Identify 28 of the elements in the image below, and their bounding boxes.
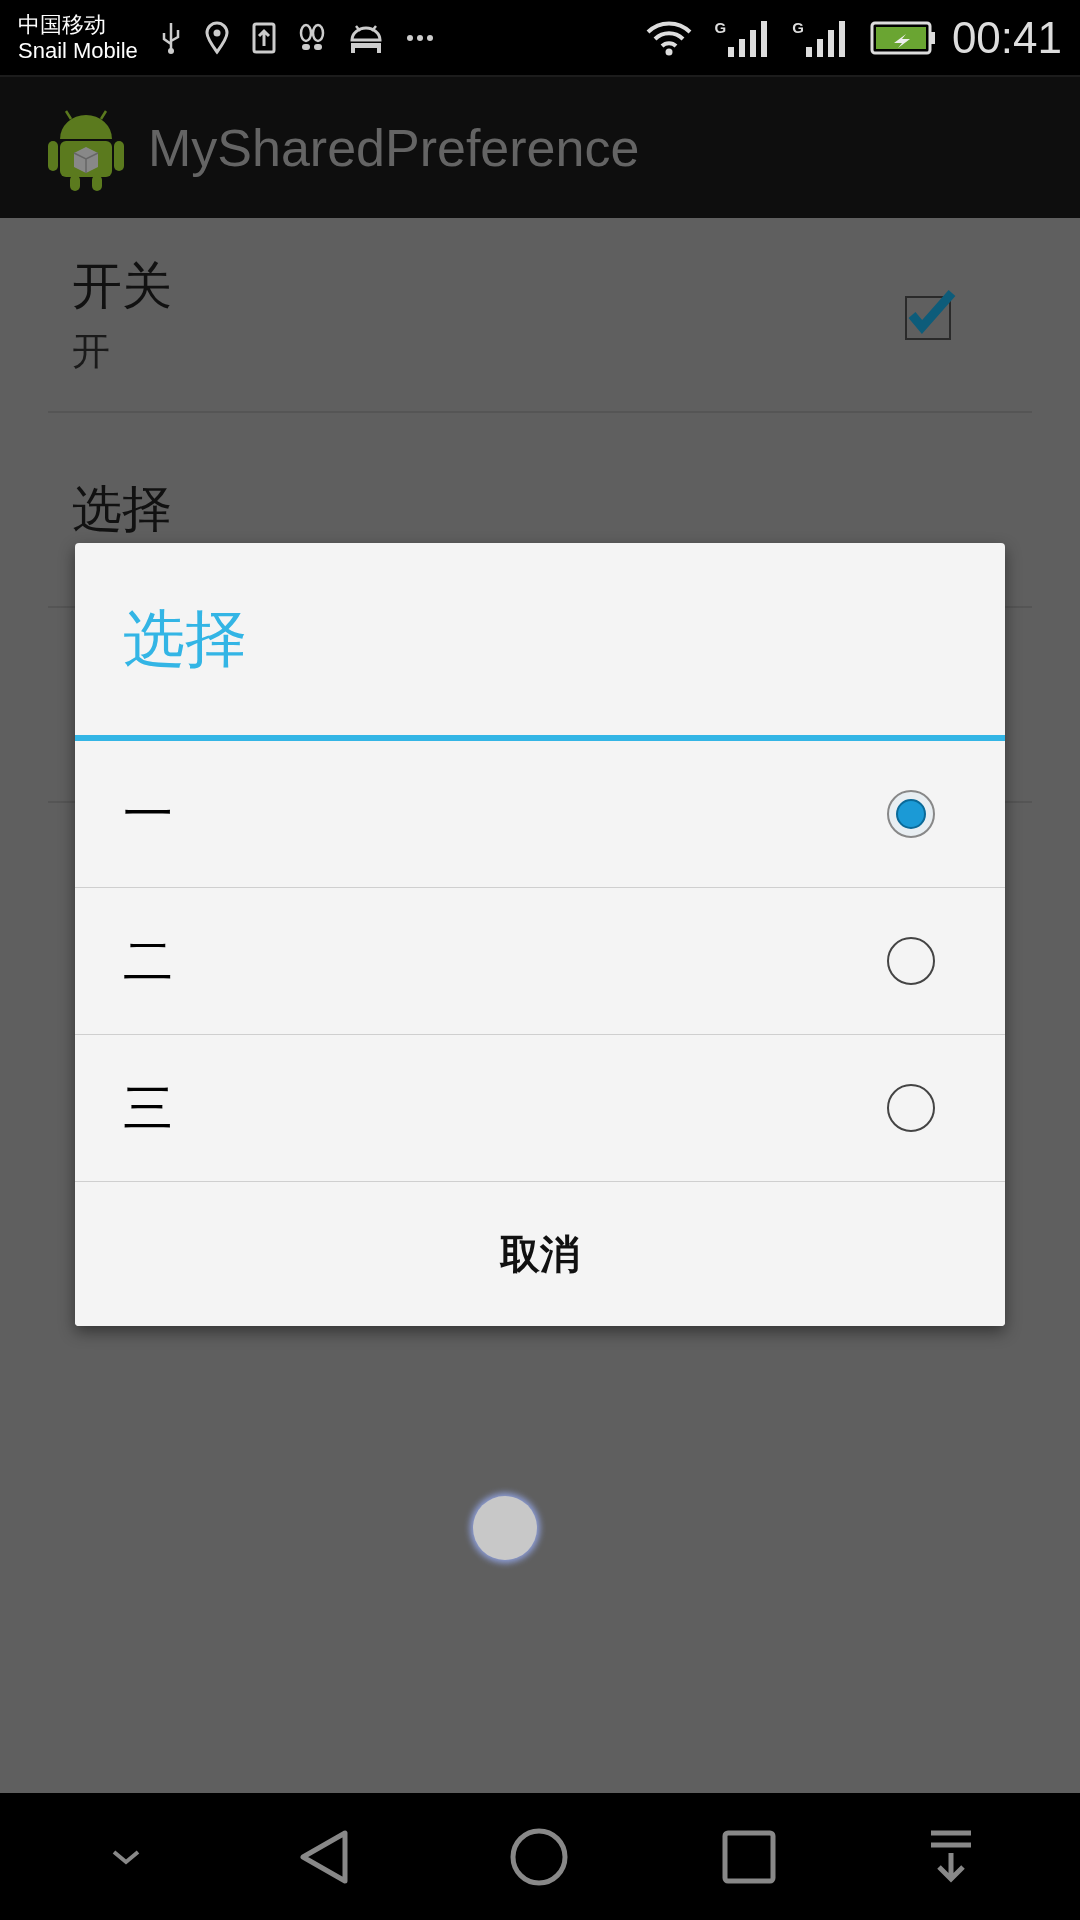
more-icon: [405, 32, 434, 43]
app-title: MySharedPreference: [148, 117, 640, 178]
radio-button[interactable]: [887, 1084, 935, 1132]
battery-charging-icon: [869, 20, 936, 55]
preference-summary: 开: [72, 327, 111, 375]
network-name: Snail Mobile: [18, 37, 138, 63]
signal-icon: [805, 18, 848, 57]
upload-icon: [251, 21, 276, 54]
wifi-icon: [644, 19, 693, 56]
radio-option[interactable]: 二: [75, 888, 1005, 1035]
network-type-label: G: [714, 18, 727, 36]
home-icon[interactable]: [509, 1826, 569, 1887]
recent-apps-icon[interactable]: [720, 1828, 777, 1885]
dialog-title: 选择: [75, 543, 1005, 741]
cancel-button[interactable]: 取消: [75, 1182, 1005, 1326]
option-label: 二: [123, 930, 173, 992]
radio-button[interactable]: [887, 937, 935, 985]
preference-title: 开关: [72, 255, 172, 317]
radio-option[interactable]: 一: [75, 741, 1005, 888]
preference-title: 选择: [72, 479, 172, 540]
clock-time: 00:41: [951, 12, 1062, 63]
option-label: 一: [123, 783, 173, 845]
radio-button[interactable]: [887, 790, 935, 838]
option-label: 三: [123, 1077, 173, 1139]
carrier-name: 中国移动: [18, 12, 107, 38]
network-type-label: G: [792, 18, 804, 36]
location-pin-icon: [203, 20, 230, 55]
touch-indicator: [473, 1496, 537, 1560]
